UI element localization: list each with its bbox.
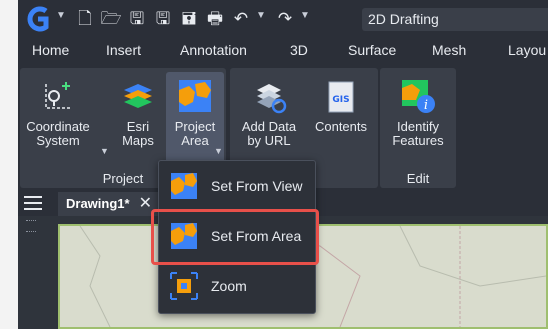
tab-3d[interactable]: 3D bbox=[290, 42, 308, 58]
esri-maps-label-2: Maps bbox=[122, 133, 154, 148]
highlight-box bbox=[151, 209, 319, 265]
undo-chevron-down-icon[interactable]: ▼ bbox=[256, 10, 266, 21]
save-as-icon[interactable]: 🖫 bbox=[152, 8, 174, 30]
identify-label-2: Features bbox=[392, 133, 444, 148]
tab-mesh[interactable]: Mesh bbox=[432, 42, 466, 58]
tab-layout[interactable]: Layou bbox=[508, 42, 546, 58]
project-area-button[interactable]: Project Area ▼ bbox=[166, 72, 224, 164]
coordinate-system-label-2: System bbox=[36, 133, 80, 148]
contents-label: Contents bbox=[314, 119, 368, 134]
contents-button[interactable]: GIS Contents bbox=[308, 72, 374, 162]
identify-label-1: Identify bbox=[397, 119, 439, 134]
add-data-label-1: Add Data bbox=[241, 119, 297, 134]
zoom-label: Zoom bbox=[211, 278, 247, 294]
gis-icon: GIS bbox=[328, 81, 354, 113]
menu-item-set-from-view[interactable]: Set From View bbox=[165, 167, 311, 205]
coordinate-system-label-1: Coordinate bbox=[26, 119, 90, 134]
app-logo-icon[interactable] bbox=[24, 5, 52, 33]
toolbar-grip bbox=[26, 220, 36, 232]
map-area-icon bbox=[179, 80, 211, 112]
menu-item-zoom[interactable]: Zoom bbox=[165, 267, 311, 305]
add-data-by-url-button[interactable]: Add Data by URL bbox=[234, 72, 304, 162]
add-data-label-2: by URL bbox=[247, 133, 291, 148]
workspace-label: 2D Drafting bbox=[368, 11, 439, 27]
tab-surface[interactable]: Surface bbox=[348, 42, 396, 58]
add-data-url-icon bbox=[257, 84, 287, 114]
svg-text:i: i bbox=[424, 98, 428, 113]
esri-maps-label-1: Esri bbox=[126, 119, 150, 134]
esri-maps-icon bbox=[124, 84, 152, 108]
app-menu-chevron-down-icon[interactable]: ▼ bbox=[56, 10, 66, 21]
tab-home[interactable]: Home bbox=[32, 42, 69, 58]
close-tab-icon[interactable]: ✕ bbox=[139, 192, 152, 216]
redo-chevron-down-icon[interactable]: ▼ bbox=[300, 10, 310, 21]
svg-text:GIS: GIS bbox=[332, 95, 349, 105]
quick-access-toolbar: ▼ 🗋 🗁 🖫 🖫 🖬 🖶 ↶ ▼ ↷ ▼ 2D Drafting bbox=[18, 0, 548, 38]
app-window: ▼ 🗋 🗁 🖫 🖫 🖬 🖶 ↶ ▼ ↷ ▼ 2D Drafting Home I… bbox=[18, 0, 548, 329]
save-all-icon[interactable]: 🖬 bbox=[178, 8, 200, 30]
zoom-map-icon bbox=[170, 272, 198, 300]
new-file-icon[interactable]: 🗋 bbox=[74, 8, 96, 30]
tab-insert[interactable]: Insert bbox=[106, 42, 141, 58]
coordinate-system-chevron-down-icon[interactable]: ▼ bbox=[100, 144, 109, 158]
ribbon-tab-bar: Home Insert Annotation 3D Surface Mesh L… bbox=[18, 38, 548, 66]
workspace-selector[interactable]: 2D Drafting bbox=[362, 8, 548, 31]
project-area-label-1: Project bbox=[174, 119, 216, 134]
esri-maps-button[interactable]: Esri Maps bbox=[112, 72, 164, 162]
project-area-chevron-down-icon[interactable]: ▼ bbox=[214, 144, 223, 158]
open-folder-icon[interactable]: 🗁 bbox=[100, 8, 122, 30]
set-from-view-label: Set From View bbox=[211, 178, 303, 194]
undo-icon[interactable]: ↶ bbox=[230, 8, 252, 30]
coordinate-system-button[interactable]: Coordinate System ▼ bbox=[22, 72, 109, 162]
save-icon[interactable]: 🖫 bbox=[126, 8, 148, 30]
identify-features-button[interactable]: i Identify Features bbox=[384, 72, 452, 162]
tab-annotation[interactable]: Annotation bbox=[180, 42, 247, 58]
redo-icon[interactable]: ↷ bbox=[274, 8, 296, 30]
document-tab-label: Drawing1* bbox=[66, 196, 130, 211]
edit-panel-title: Edit bbox=[406, 171, 430, 186]
hamburger-menu-icon[interactable] bbox=[24, 196, 42, 210]
edit-panel: i Identify Features Edit bbox=[380, 68, 456, 188]
print-icon[interactable]: 🖶 bbox=[204, 8, 226, 30]
set-from-view-icon bbox=[171, 173, 197, 199]
identify-features-icon: i bbox=[402, 80, 435, 113]
document-tab[interactable]: Drawing1* ✕ bbox=[58, 192, 158, 216]
coordinate-system-icon bbox=[45, 82, 70, 109]
